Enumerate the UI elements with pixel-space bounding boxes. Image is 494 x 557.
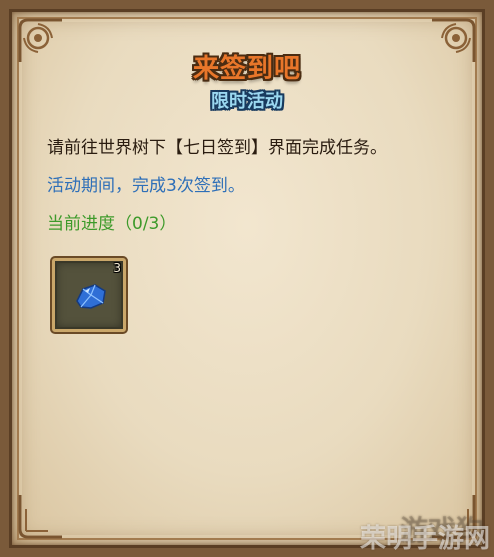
corner-ornament-icon	[18, 495, 62, 539]
task-description: 请前往世界树下【七日签到】界面完成任务。	[47, 138, 387, 158]
blue-crystal-icon	[76, 284, 106, 309]
event-subtitle: 限时活动	[211, 91, 283, 112]
dialog-header: 来签到吧 限时活动	[0, 48, 494, 113]
event-period-text: 活动期间，完成3次签到。	[47, 176, 245, 196]
event-title: 来签到吧	[192, 54, 301, 84]
reward-item-slot[interactable]: 3	[52, 258, 126, 332]
reward-item-count: 3	[113, 261, 121, 275]
progress-text: 当前进度（0/3）	[47, 214, 177, 234]
watermark-front: 荣明手游网	[359, 524, 490, 554]
